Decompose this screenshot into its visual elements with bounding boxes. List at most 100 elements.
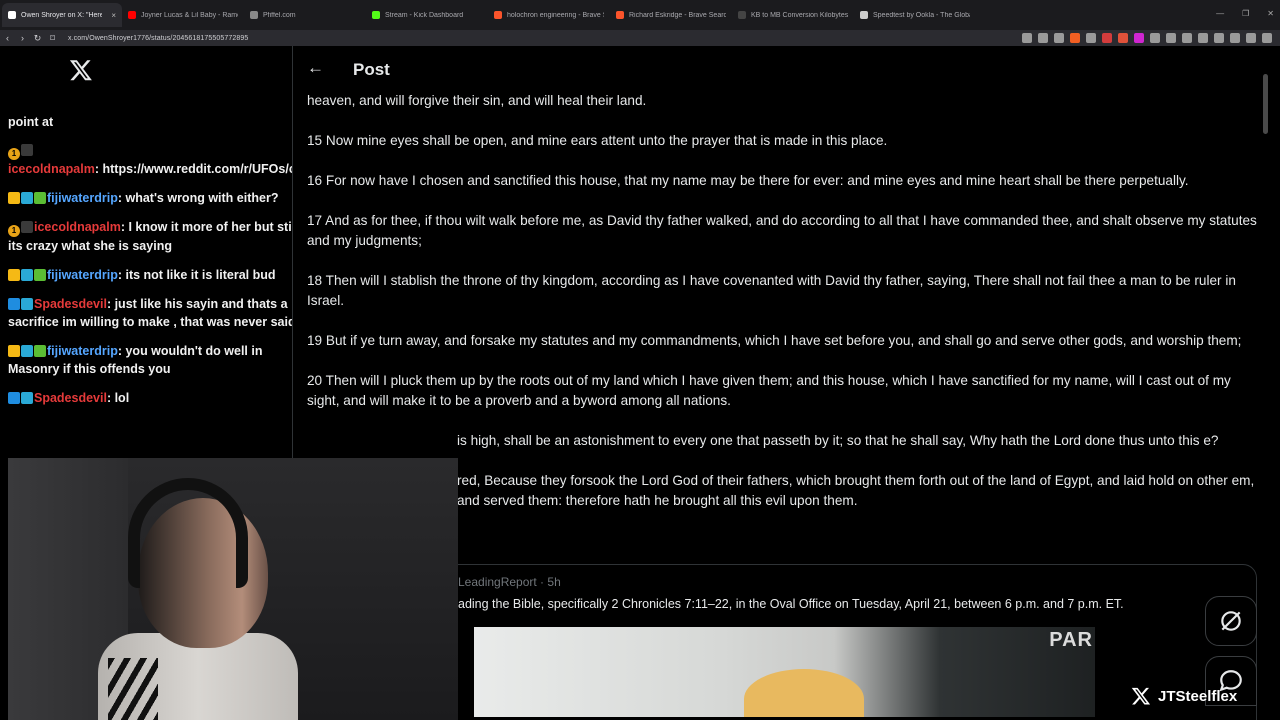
extension-icon[interactable] [1086,33,1096,43]
sub-badge-icon [21,192,33,204]
reload-icon[interactable]: ↻ [30,33,45,44]
extension-icon[interactable] [1134,33,1144,43]
crown-badge-icon [8,269,20,281]
chat-username[interactable]: Spadesdevil [34,297,107,311]
tab-favicon-icon [738,11,746,19]
browser-tab[interactable]: holochron engineering - Brave Search [488,3,610,27]
browser-tab[interactable]: Stream - Kick Dashboard [366,3,488,27]
chat-username[interactable]: icecoldnapalm [8,162,95,176]
tab-title: Richard Eskridge - Brave Search [629,11,726,19]
tab-favicon-icon [860,11,868,19]
gift-badge-icon [21,221,33,233]
tab-title: Stream - Kick Dashboard [385,11,464,19]
chat-message: Spadesdevil: just like his sayin and tha… [8,295,293,331]
extension-icon[interactable] [1198,33,1208,43]
extension-icon[interactable] [1054,33,1064,43]
watermark-handle: JTSteelflex [1158,687,1238,705]
post-paragraph: is high, shall be an astonishment to eve… [457,433,1219,448]
num-badge-icon: 1 [8,225,20,237]
sub-badge-icon [21,269,33,281]
maximize-icon[interactable]: ❐ [1242,9,1249,18]
tab-title: holochron engineering - Brave Search [507,11,604,19]
stream-watermark: JTSteelflex [1130,686,1237,706]
tab-list: Owen Shroyer on X: "Here is the × Joyner L… [2,3,976,27]
page-title: Post [353,60,390,79]
chat-message: 1 icecoldnapalm: I know it more of her bu… [8,218,293,255]
chat-username[interactable]: icecoldnapalm [34,220,121,234]
chat-message: Spadesdevil: lol [8,389,293,407]
extension-icon[interactable] [1070,33,1080,43]
tab-title: KB to MB Conversion Kilobytes to M [751,11,848,19]
image-sign-text: PAR [1049,629,1093,651]
webcam-headphones [128,478,248,588]
webcam-overlay [8,458,458,720]
chat-message: 1 icecoldnapalm: https://www.reddit.com/r… [8,141,293,178]
tab-favicon-icon [494,11,502,19]
extension-icon[interactable] [1102,33,1112,43]
chat-text: : its not like it is literal bud [117,268,276,282]
crown-badge-icon [8,192,20,204]
quoted-post-header[interactable]: LeadingReport · 5h [458,575,561,589]
post-paragraph: 18 Then will I stablish the throne of th… [307,273,1236,308]
minimize-icon[interactable]: — [1216,9,1224,18]
extension-icon[interactable] [1150,33,1160,43]
quoted-post-text: ading the Bible, specifically 2 Chronicl… [458,597,1124,611]
extension-icon[interactable] [1022,33,1032,43]
chat-text: : lol [106,391,130,405]
grok-button[interactable] [1205,596,1257,646]
chat-text: point at [8,115,54,129]
browser-tab[interactable]: Pfiffel.com [244,3,366,27]
grok-icon [1221,611,1241,631]
extension-icon[interactable] [1038,33,1048,43]
chat-username[interactable]: fijiwaterdrip [47,191,118,205]
post-paragraph: 19 But if ye turn away, and forsake my s… [307,333,1242,348]
back-arrow-icon[interactable]: ← [307,58,324,78]
forward-icon[interactable]: › [15,33,30,43]
tab-favicon-icon [128,11,136,19]
browser-tab[interactable]: KB to MB Conversion Kilobytes to M [732,3,854,27]
crown-badge-icon [8,345,20,357]
url-input[interactable]: x.com/OwenShroyer1776/status/20456181755… [68,35,248,42]
extension-icon[interactable] [1262,33,1272,43]
window-controls: — ❐ ✕ [1216,9,1274,18]
browser-tab[interactable]: Joyner Lucas & Lil Baby - Ramen & O [122,3,244,27]
post-paragraph: 15 Now mine eyes shall be open, and mine… [307,133,888,148]
tab-close-icon[interactable]: × [111,11,116,20]
tab-favicon-icon [8,11,16,19]
extension-icons [1022,33,1272,43]
browser-tab[interactable]: Richard Eskridge - Brave Search [610,3,732,27]
gift-badge-icon [21,144,33,156]
address-bar: ‹ › ↻ ⌑ x.com/OwenShroyer1776/status/204… [0,30,1280,46]
extension-icon[interactable] [1214,33,1224,43]
sub-badge-icon [21,392,33,404]
chat-username[interactable]: fijiwaterdrip [47,344,118,358]
bookmark-icon[interactable]: ⌑ [45,33,60,44]
mod-badge-icon [8,392,20,404]
x-logo-icon[interactable] [68,58,94,82]
chat-text: : https://www.reddit.com/r/UFOs/comments… [94,162,293,176]
extension-icon[interactable] [1182,33,1192,43]
extension-icon[interactable] [1246,33,1256,43]
browser-tab[interactable]: Speedtest by Ookla - The Global Bro [854,3,976,27]
extension-icon[interactable] [1118,33,1128,43]
post-paragraph: 17 And as for thee, if thou wilt walk be… [307,213,1257,248]
close-window-icon[interactable]: ✕ [1267,9,1274,18]
chat-username[interactable]: Spadesdevil [34,391,107,405]
tab-favicon-icon [250,11,258,19]
dia-badge-icon [34,345,46,357]
page-scrollbar[interactable] [1263,74,1268,134]
extension-icon[interactable] [1166,33,1176,43]
num-badge-icon: 1 [8,148,20,160]
extension-icon[interactable] [1230,33,1240,43]
chat-username[interactable]: fijiwaterdrip [47,268,118,282]
dia-badge-icon [34,269,46,281]
browser-tab-bar: Owen Shroyer on X: "Here is the × Joyner L… [0,0,1280,30]
quoted-post-image[interactable]: PAR [474,627,1095,717]
post-paragraph: heaven, and will forgive their sin, and … [307,93,647,108]
tab-title: Pfiffel.com [263,11,296,19]
back-icon[interactable]: ‹ [0,33,15,43]
x-watermark-icon [1131,687,1151,705]
tab-title: Owen Shroyer on X: "Here is the [21,11,103,19]
browser-tab[interactable]: Owen Shroyer on X: "Here is the × [2,3,122,27]
chat-column: point at 1icecoldnapalm: https://www.redd… [0,46,293,458]
